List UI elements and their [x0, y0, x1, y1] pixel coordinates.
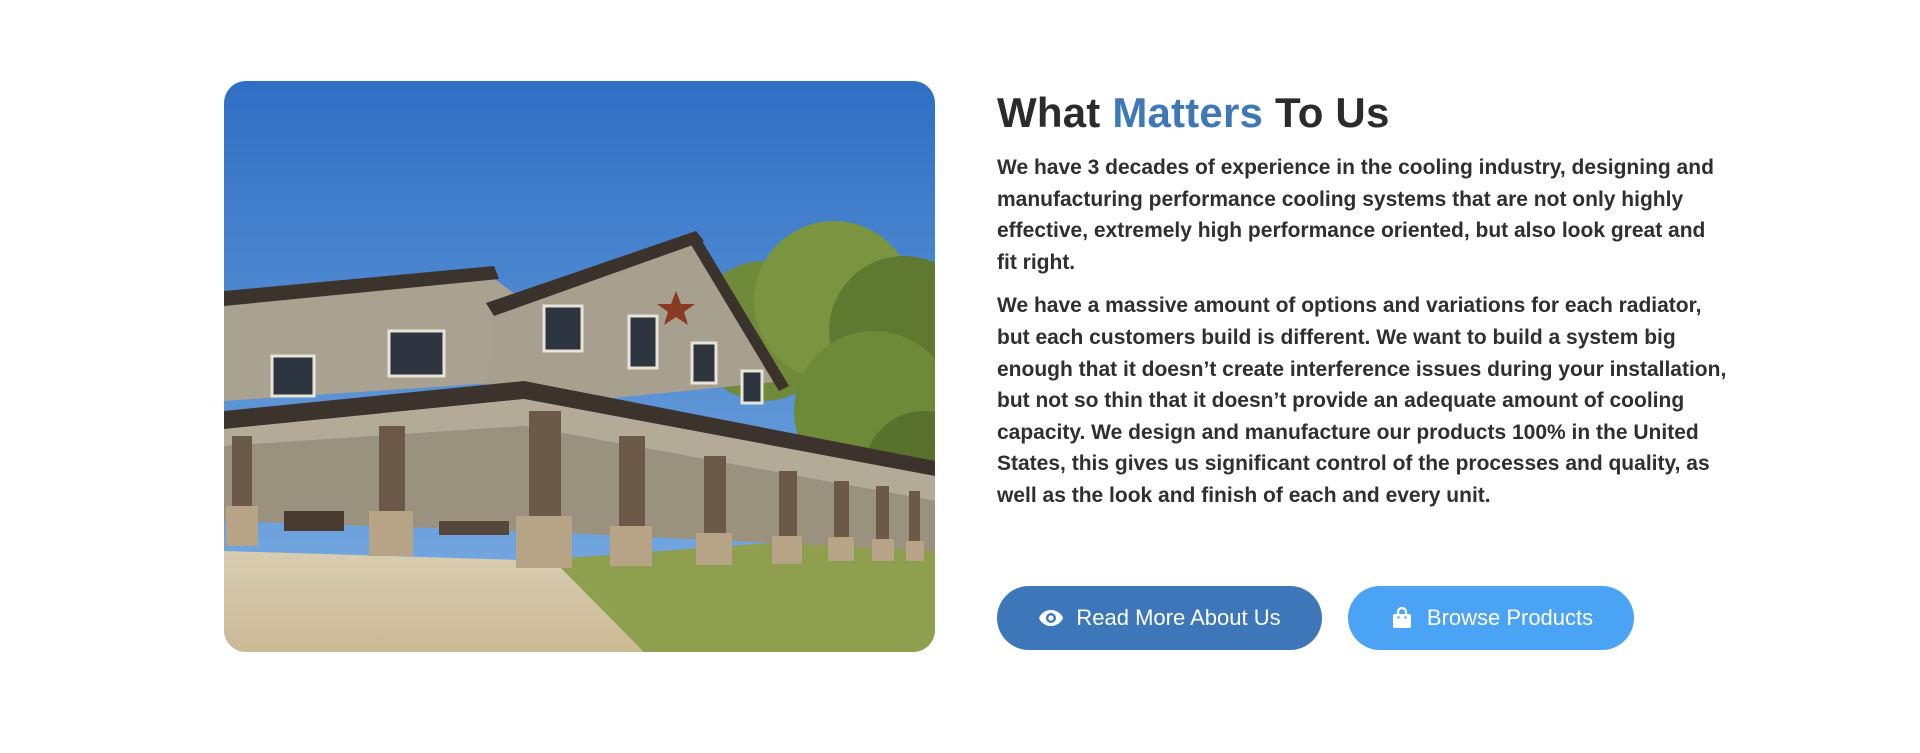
button-row: Read More About Us Browse Products — [997, 586, 1634, 650]
browse-products-label: Browse Products — [1426, 605, 1594, 630]
intro-paragraph: We have 3 decades of experience in the c… — [997, 156, 1714, 274]
about-content: What Matters To Us We have 3 decades of … — [997, 88, 1727, 512]
details-paragraph: We have a massive amount of options and … — [997, 294, 1727, 507]
heading-accent: Matters — [1112, 89, 1264, 136]
building-photo — [224, 81, 935, 652]
browse-products-button[interactable]: Browse Products — [1348, 586, 1634, 650]
read-more-label: Read More About Us — [1076, 605, 1281, 630]
shopping-bag-icon — [1389, 607, 1415, 629]
read-more-button[interactable]: Read More About Us — [997, 586, 1322, 650]
about-section: What Matters To Us We have 3 decades of … — [0, 0, 1920, 753]
heading-part1: What — [997, 89, 1113, 136]
section-heading: What Matters To Us — [997, 88, 1727, 138]
heading-part2: To Us — [1263, 89, 1390, 136]
eye-icon — [1038, 607, 1064, 629]
